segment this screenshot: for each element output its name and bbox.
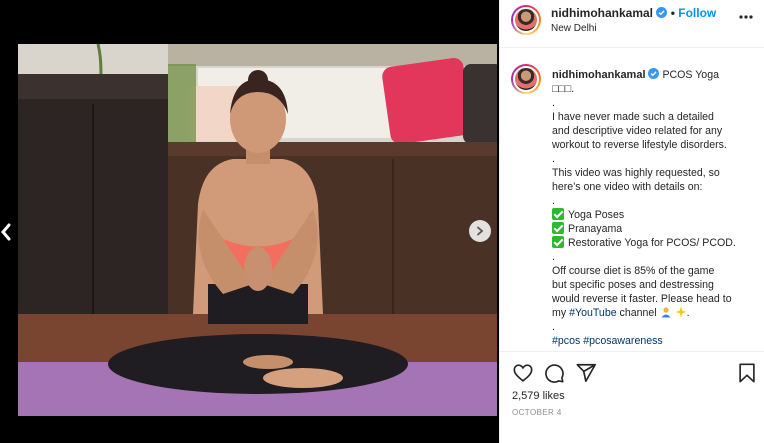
caption-title: PCOS Yoga — [662, 69, 719, 81]
person-emoji-icon — [661, 307, 671, 318]
separator-dot: • — [670, 6, 675, 20]
avatar[interactable] — [511, 64, 541, 94]
post-photo[interactable] — [18, 44, 497, 416]
caption-line: workout to reverse lifestyle disorders. — [552, 139, 727, 151]
caption-line: would reverse it faster. Please head to — [552, 293, 732, 305]
caption-text: nidhimohankamal PCOS Yoga □□□. . I have … — [552, 68, 758, 348]
post-date[interactable]: OCTOBER 4 — [512, 408, 562, 417]
comment-icon[interactable] — [543, 362, 565, 384]
check-mark-icon — [552, 236, 564, 248]
previous-arrow-icon[interactable] — [0, 222, 12, 242]
hashtag-line: #pcos #pcosawareness — [552, 334, 758, 348]
share-icon[interactable] — [575, 362, 597, 384]
action-bar — [500, 360, 764, 388]
caption-line: . — [552, 251, 555, 263]
follow-button[interactable]: Follow — [678, 6, 716, 20]
caption-title-suffix: □□□. — [552, 83, 575, 95]
check-mark-icon — [552, 222, 564, 234]
carousel-bar — [0, 433, 499, 443]
username-link[interactable]: nidhimohankamal — [551, 6, 653, 20]
caption-first-line: nidhimohankamal PCOS Yoga — [552, 68, 758, 82]
checklist-item: Yoga Poses — [552, 208, 758, 222]
likes-count[interactable]: 2,579 likes — [512, 390, 565, 402]
caption-line: . — [552, 97, 555, 109]
post-header: nidhimohankamal • Follow New Delhi — [500, 0, 764, 48]
caption-line: here's one video with details on: — [552, 181, 703, 193]
hashtag-link[interactable]: #pcos — [552, 335, 580, 347]
header-username-row: nidhimohankamal • Follow — [551, 6, 716, 20]
chevron-right-icon — [477, 226, 484, 236]
checklist-item: Restorative Yoga for PCOS/ PCOD. — [552, 236, 758, 250]
checklist-item: Pranayama — [552, 222, 758, 236]
verified-badge-icon — [656, 7, 668, 18]
verified-badge-icon — [648, 68, 660, 79]
caption-line: This video was highly requested, so — [552, 167, 720, 179]
caption-line: . — [552, 195, 555, 207]
post-sidebar: nidhimohankamal • Follow New Delhi nidhi… — [499, 0, 764, 443]
next-arrow-button[interactable] — [469, 220, 491, 242]
heart-icon[interactable] — [512, 362, 534, 384]
bookmark-icon[interactable] — [736, 362, 758, 384]
caption-line: I have never made such a detailed — [552, 111, 714, 123]
hashtag-link[interactable]: #pcosawareness — [583, 335, 663, 347]
caption-line: . — [552, 321, 555, 333]
yoga-video-frame — [18, 44, 497, 416]
caption-username[interactable]: nidhimohankamal — [552, 69, 646, 81]
avatar[interactable] — [511, 5, 541, 35]
sparkle-emoji-icon — [675, 306, 687, 318]
caption-area: nidhimohankamal PCOS Yoga □□□. . I have … — [500, 48, 764, 352]
check-mark-icon — [552, 208, 564, 220]
caption-line: Off course diet is 85% of the game — [552, 265, 715, 277]
more-options-icon[interactable] — [738, 14, 754, 20]
caption-line: . — [552, 153, 555, 165]
post-media — [0, 0, 499, 443]
location-link[interactable]: New Delhi — [551, 23, 597, 34]
caption-link-line: my #YouTube channel . — [552, 306, 690, 319]
caption-line: but specific poses and destressing — [552, 279, 714, 291]
caption-line: and descriptive video related for any — [552, 125, 723, 137]
youtube-hashtag-link[interactable]: #YouTube — [569, 307, 617, 319]
